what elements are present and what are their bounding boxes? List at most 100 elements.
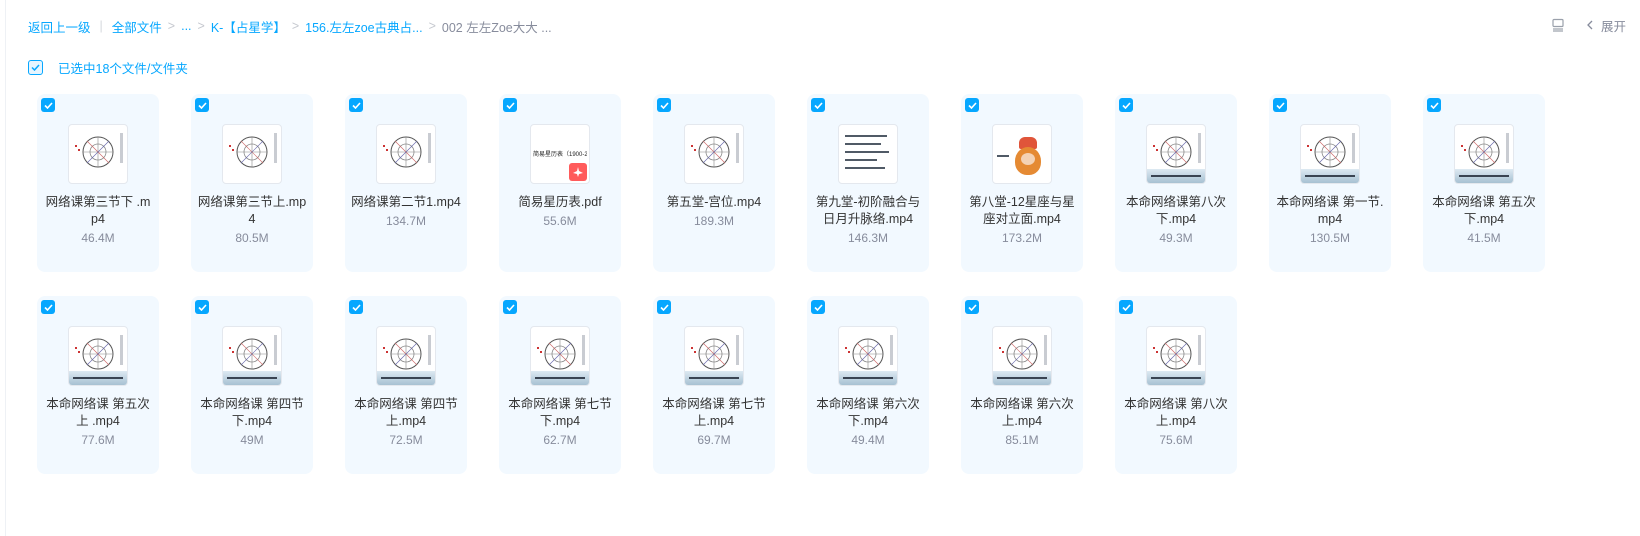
file-card[interactable]: 第九堂-初阶融合与日月升脉络.mp4 146.3M <box>807 94 929 272</box>
file-name: 第九堂-初阶融合与日月升脉络.mp4 <box>815 195 921 226</box>
video-thumbnail <box>530 326 590 386</box>
file-card[interactable]: 网络课第三节上.mp4 80.5M <box>191 94 313 272</box>
left-divider <box>5 0 6 536</box>
file-card[interactable]: 本命网络课 第四节上.mp4 72.5M <box>345 296 467 474</box>
check-icon <box>813 101 823 109</box>
file-card[interactable]: 本命网络课 第八次上.mp4 75.6M <box>1115 296 1237 474</box>
check-icon <box>1121 303 1131 311</box>
file-name: 本命网络课 第八次上.mp4 <box>1124 397 1228 428</box>
breadcrumb-ellipsis[interactable]: ... <box>181 19 191 33</box>
chart-wheel-icon <box>852 338 884 370</box>
file-card[interactable]: 本命网络课 第六次上.mp4 85.1M <box>961 296 1083 474</box>
back-link[interactable]: 返回上一级 <box>28 17 91 36</box>
file-size: 146.3M <box>847 231 889 245</box>
check-icon <box>351 303 361 311</box>
video-thumbnail <box>838 124 898 184</box>
video-thumbnail <box>1454 124 1514 184</box>
breadcrumb-level2[interactable]: 156.左左zoe古典占... <box>305 17 422 36</box>
video-thumbnail <box>68 326 128 386</box>
file-card[interactable]: 第五堂-宫位.mp4 189.3M <box>653 94 775 272</box>
chart-wheel-icon <box>236 338 268 370</box>
expand-label: 展开 <box>1600 19 1626 34</box>
file-checkbox[interactable] <box>1273 98 1287 112</box>
file-card[interactable]: 本命网络课 第七节下.mp4 62.7M <box>499 296 621 474</box>
file-size: 55.6M <box>543 214 577 228</box>
check-icon <box>43 303 53 311</box>
file-checkbox[interactable] <box>1119 300 1133 314</box>
file-name: 本命网络课 第七节下.mp4 <box>508 397 612 428</box>
file-size: 77.6M <box>81 433 115 447</box>
pdf-thumbnail: 简易星历表（1900-2030） <box>530 124 590 184</box>
file-card[interactable]: 本命网络课 第六次下.mp4 49.4M <box>807 296 929 474</box>
file-checkbox[interactable] <box>657 98 671 112</box>
check-icon <box>43 101 53 109</box>
file-card[interactable]: 本命网络课 第五次上 .mp4 77.6M <box>37 296 159 474</box>
file-card[interactable]: 本命网络课第八次下.mp4 49.3M <box>1115 94 1237 272</box>
file-checkbox[interactable] <box>811 98 825 112</box>
check-icon <box>505 101 515 109</box>
file-checkbox[interactable] <box>503 98 517 112</box>
breadcrumb-separator: > <box>197 19 205 33</box>
breadcrumb-all-files[interactable]: 全部文件 <box>112 17 162 36</box>
file-checkbox[interactable] <box>1119 98 1133 112</box>
file-name: 本命网络课 第四节上.mp4 <box>354 397 458 428</box>
file-card[interactable]: 本命网络课 第四节下.mp4 49M <box>191 296 313 474</box>
file-checkbox[interactable] <box>811 300 825 314</box>
file-size: 49.4M <box>851 433 885 447</box>
file-card[interactable]: 本命网络课 第七节上.mp4 69.7M <box>653 296 775 474</box>
file-checkbox[interactable] <box>41 300 55 314</box>
file-size: 69.7M <box>697 433 731 447</box>
view-toggle-button[interactable] <box>1551 18 1565 32</box>
video-thumbnail <box>684 326 744 386</box>
chart-wheel-icon <box>390 338 422 370</box>
chart-wheel-icon <box>1160 338 1192 370</box>
video-thumbnail <box>68 124 128 184</box>
check-icon <box>967 303 977 311</box>
file-name: 简易星历表.pdf <box>518 195 602 209</box>
chart-wheel-icon <box>1468 136 1500 168</box>
expand-button[interactable]: 展开 <box>1585 16 1626 35</box>
file-checkbox[interactable] <box>349 98 363 112</box>
video-thumbnail <box>992 326 1052 386</box>
file-checkbox[interactable] <box>965 98 979 112</box>
file-checkbox[interactable] <box>1427 98 1441 112</box>
file-name: 第五堂-宫位.mp4 <box>666 195 762 209</box>
file-size: 130.5M <box>1309 231 1351 245</box>
file-name: 本命网络课 第四节下.mp4 <box>200 397 304 428</box>
file-grid: 网络课第三节下 .mp4 46.4M 网络课第三节上.mp4 80.5M 网络课第二节1… <box>37 94 1637 474</box>
file-checkbox[interactable] <box>195 98 209 112</box>
check-icon <box>967 101 977 109</box>
select-all-checkbox[interactable] <box>28 59 43 75</box>
file-checkbox[interactable] <box>195 300 209 314</box>
video-thumbnail <box>376 124 436 184</box>
file-size: 173.2M <box>1001 231 1043 245</box>
breadcrumb-separator: > <box>167 19 176 33</box>
breadcrumb: 返回上一级 | 全部文件 > ... > K-【占星学】 > 156.左左zoe… <box>28 16 552 36</box>
file-size: 62.7M <box>543 433 577 447</box>
file-card[interactable]: 简易星历表（1900-2030） 简易星历表.pdf 55.6M <box>499 94 621 272</box>
file-card[interactable]: 本命网络课 第一节.mp4 130.5M <box>1269 94 1391 272</box>
chart-wheel-icon <box>544 338 576 370</box>
file-checkbox[interactable] <box>41 98 55 112</box>
check-icon <box>659 303 669 311</box>
chart-wheel-icon <box>1006 338 1038 370</box>
file-checkbox[interactable] <box>965 300 979 314</box>
video-thumbnail <box>684 124 744 184</box>
video-thumbnail <box>222 124 282 184</box>
chart-wheel-icon <box>1160 136 1192 168</box>
file-card[interactable]: 第八堂-12星座与星座对立面.mp4 173.2M <box>961 94 1083 272</box>
file-card[interactable]: 网络课第二节1.mp4 134.7M <box>345 94 467 272</box>
file-card[interactable]: 网络课第三节下 .mp4 46.4M <box>37 94 159 272</box>
breadcrumb-level1[interactable]: K-【占星学】 <box>211 17 286 36</box>
file-size: 75.6M <box>1159 433 1193 447</box>
chart-wheel-icon <box>236 136 268 168</box>
breadcrumb-current: 002 左左Zoe大大 ... <box>441 20 552 35</box>
file-card[interactable]: 本命网络课 第五次下.mp4 41.5M <box>1423 94 1545 272</box>
file-checkbox[interactable] <box>503 300 517 314</box>
chart-wheel-icon <box>390 136 422 168</box>
video-thumbnail <box>1146 124 1206 184</box>
check-icon <box>197 101 207 109</box>
file-checkbox[interactable] <box>657 300 671 314</box>
file-name: 第八堂-12星座与星座对立面.mp4 <box>969 195 1075 226</box>
file-checkbox[interactable] <box>349 300 363 314</box>
